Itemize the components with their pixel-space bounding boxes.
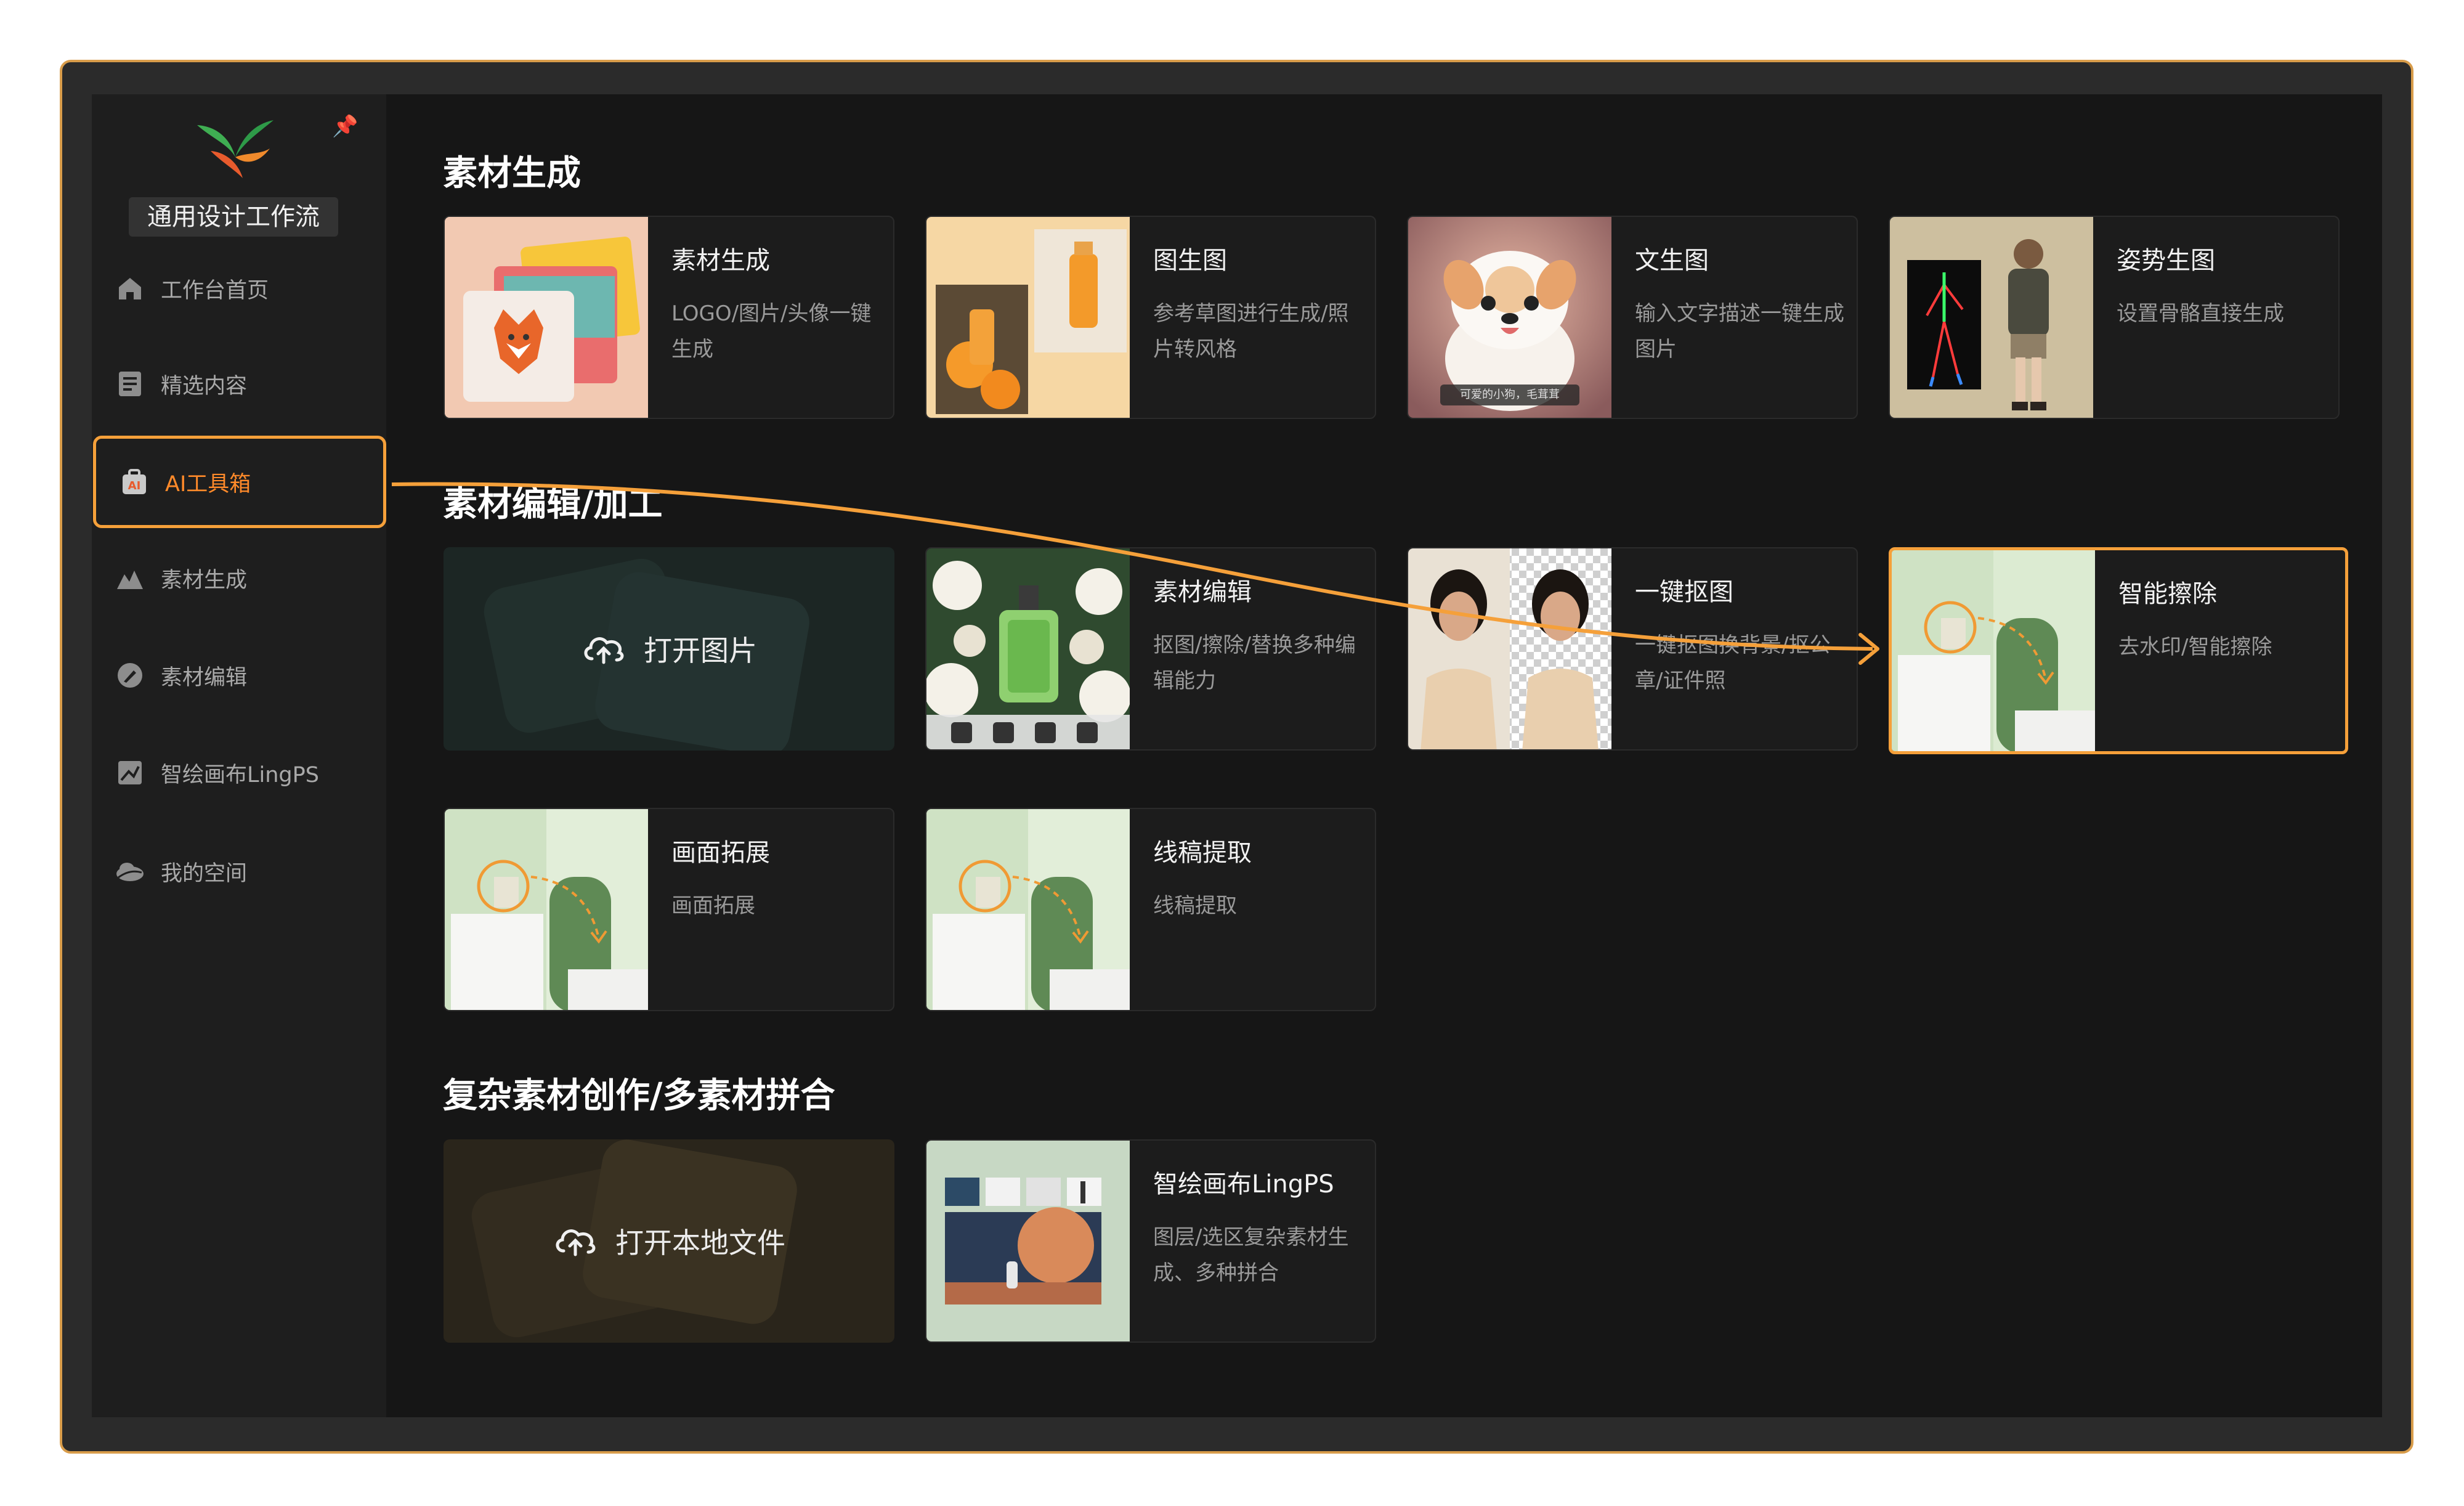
card-description: 输入文字描述一键生成图片 bbox=[1635, 301, 1844, 362]
card-lingps-canvas[interactable]: 智绘画布LingPS 图层/选区复杂素材生成、多种拼合 bbox=[925, 1139, 1376, 1343]
card-title: 素材生成 bbox=[671, 246, 770, 275]
open-image-button[interactable]: 打开图片 bbox=[444, 547, 894, 751]
sidebar-item-material-edit[interactable]: 素材编辑 bbox=[92, 629, 386, 722]
card-thumbnail bbox=[1892, 550, 2095, 751]
sidebar-item-lingps[interactable]: 智绘画布LingPS bbox=[92, 727, 386, 819]
sidebar-item-label: 精选内容 bbox=[161, 373, 248, 399]
cloud-upload-icon bbox=[584, 637, 624, 664]
thumbnail-caption: 可爱的小狗，毛茸茸 bbox=[1440, 385, 1579, 405]
sidebar-item-label: AI工具箱 bbox=[165, 471, 251, 497]
card-description: LOGO/图片/头像一键生成 bbox=[671, 301, 872, 362]
sidebar-item-label: 我的空间 bbox=[161, 861, 248, 886]
workspace-selector[interactable]: 通用设计工作流 bbox=[129, 197, 338, 237]
card-description: 抠图/擦除/替换多种编辑能力 bbox=[1153, 633, 1356, 693]
sidebar-item-home[interactable]: 工作台首页 bbox=[92, 242, 386, 335]
card-description: 参考草图进行生成/照片转风格 bbox=[1153, 301, 1349, 362]
card-description: 去水印/智能擦除 bbox=[2118, 635, 2272, 659]
card-thumbnail bbox=[445, 809, 648, 1010]
sidebar-item-label: 素材生成 bbox=[161, 568, 248, 593]
card-text-to-image[interactable]: 可爱的小狗，毛茸茸 文生图 输入文字描述一键生成图片 bbox=[1407, 216, 1858, 419]
pin-icon[interactable]: 📌 bbox=[332, 114, 358, 139]
card-outpainting[interactable]: 画面拓展 画面拓展 bbox=[444, 808, 894, 1011]
card-description: 图层/选区复杂素材生成、多种拼合 bbox=[1153, 1225, 1349, 1285]
brush-icon bbox=[114, 659, 146, 691]
card-material-edit[interactable]: 素材编辑 抠图/擦除/替换多种编辑能力 bbox=[925, 547, 1376, 751]
material-generate-icon bbox=[114, 562, 146, 594]
card-line-extract[interactable]: 线稿提取 线稿提取 bbox=[925, 808, 1376, 1011]
card-pose-to-image[interactable]: 姿势生图 设置骨骼直接生成 bbox=[1889, 216, 2340, 419]
sidebar-item-featured[interactable]: 精选内容 bbox=[92, 338, 386, 430]
app-logo-icon bbox=[197, 120, 274, 178]
card-description: 线稿提取 bbox=[1153, 893, 1237, 918]
document-icon bbox=[114, 368, 146, 400]
section-title-generate: 素材生成 bbox=[443, 153, 581, 193]
card-description: 设置骨骼直接生成 bbox=[2117, 301, 2284, 326]
cloud-upload-icon bbox=[556, 1229, 596, 1256]
card-title: 线稿提取 bbox=[1153, 839, 1252, 867]
sidebar-item-label: 智绘画布LingPS bbox=[161, 762, 319, 788]
card-thumbnail bbox=[926, 1141, 1130, 1341]
svg-text:AI: AI bbox=[128, 479, 141, 492]
card-thumbnail bbox=[1408, 548, 1611, 749]
sidebar-item-material-generate[interactable]: 素材生成 bbox=[92, 532, 386, 624]
card-title: 图生图 bbox=[1153, 246, 1227, 275]
card-material-generate[interactable]: 素材生成 LOGO/图片/头像一键生成 bbox=[444, 216, 894, 419]
card-thumbnail bbox=[1890, 217, 2093, 418]
card-title: 文生图 bbox=[1635, 246, 1709, 275]
open-image-label: 打开图片 bbox=[644, 634, 757, 667]
section-title-compose: 复杂素材创作/多素材拼合 bbox=[443, 1076, 835, 1116]
card-title: 画面拓展 bbox=[671, 839, 770, 867]
sidebar-item-my-space[interactable]: 我的空间 bbox=[92, 825, 386, 918]
card-title: 智能擦除 bbox=[2118, 580, 2217, 608]
card-title: 一键抠图 bbox=[1635, 578, 1733, 606]
open-local-file-label: 打开本地文件 bbox=[615, 1226, 785, 1260]
canvas-icon bbox=[114, 757, 146, 789]
card-image-to-image[interactable]: 图生图 参考草图进行生成/照片转风格 bbox=[925, 216, 1376, 419]
cloud-space-icon bbox=[114, 855, 146, 887]
section-title-edit: 素材编辑/加工 bbox=[443, 484, 663, 524]
card-description: 画面拓展 bbox=[671, 893, 755, 918]
app-window: 📌 通用设计工作流 工作台首页 精选内容 AI AI工具箱 素材生成 素材编辑 … bbox=[92, 94, 2382, 1417]
sidebar-item-label: 工作台首页 bbox=[161, 278, 269, 303]
sidebar-item-label: 素材编辑 bbox=[161, 665, 248, 690]
open-local-file-button[interactable]: 打开本地文件 bbox=[444, 1139, 894, 1343]
sidebar: 📌 通用设计工作流 工作台首页 精选内容 AI AI工具箱 素材生成 素材编辑 … bbox=[92, 94, 386, 1417]
card-title: 素材编辑 bbox=[1153, 578, 1252, 606]
card-description: 一键抠图换背景/抠公章/证件照 bbox=[1635, 633, 1831, 693]
card-thumbnail bbox=[445, 217, 648, 418]
card-thumbnail bbox=[926, 809, 1130, 1010]
card-thumbnail bbox=[926, 548, 1130, 749]
card-title: 智绘画布LingPS bbox=[1153, 1170, 1334, 1199]
card-title: 姿势生图 bbox=[2117, 246, 2215, 275]
sidebar-item-ai-toolbox[interactable]: AI AI工具箱 bbox=[93, 436, 386, 528]
card-one-click-cutout[interactable]: 一键抠图 一键抠图换背景/抠公章/证件照 bbox=[1407, 547, 1858, 751]
ai-toolbox-icon: AI bbox=[118, 466, 150, 498]
home-icon bbox=[114, 272, 146, 304]
card-smart-erase[interactable]: 智能擦除 去水印/智能擦除 bbox=[1889, 547, 2348, 754]
card-thumbnail bbox=[926, 217, 1130, 418]
